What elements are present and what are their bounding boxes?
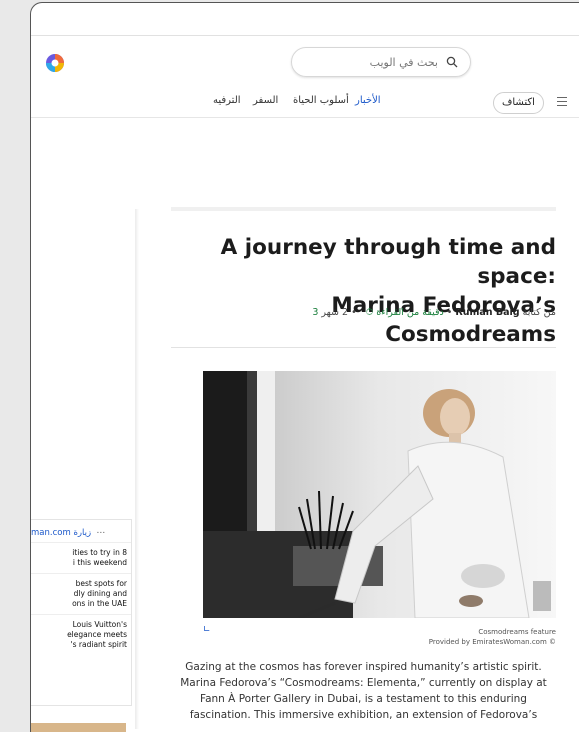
sidebar-story[interactable]: Louis Vuitton's elegance meets 's radian… — [31, 614, 131, 655]
author-name[interactable]: Ruman Baig — [455, 307, 519, 318]
divider — [171, 207, 556, 211]
sidebar-promo-card: man.com زيارة ⋯ ities to try in 8 i this… — [31, 519, 132, 706]
article-photo[interactable] — [203, 371, 556, 618]
header-search-row — [31, 41, 579, 85]
divider — [171, 347, 556, 348]
search-input[interactable] — [316, 54, 440, 70]
nav-discover[interactable]: اكتشاف — [493, 92, 544, 114]
more-icon[interactable]: ⋯ — [94, 528, 105, 538]
artist-painting-photo — [203, 371, 556, 618]
nav-travel[interactable]: السفر — [253, 95, 278, 106]
story-line: ons in the UAE — [72, 599, 127, 608]
sidebar-source-label: man.com زيارة — [31, 528, 92, 538]
caption-title: Cosmodreams feature — [478, 628, 556, 636]
title-line: A journey through time and space: — [220, 235, 556, 289]
nav-news[interactable]: الأخبار — [355, 95, 381, 106]
article-byline: 3 دقيقة من القراءة ⏱ • 2 شهر • Ruman Bai… — [312, 307, 556, 318]
search-box[interactable] — [291, 47, 471, 77]
sidebar-shadow — [135, 209, 139, 729]
sidebar-story[interactable]: ities to try in 8 i this weekend — [31, 542, 131, 573]
story-line: i this weekend — [72, 558, 127, 567]
photo-caption: Cosmodreams feature Provided by Emirates… — [429, 627, 556, 647]
copilot-logo-icon[interactable] — [45, 53, 65, 73]
story-line: Louis Vuitton's — [72, 620, 127, 629]
search-icon[interactable] — [446, 56, 458, 68]
article-body: Gazing at the cosmos has forever inspire… — [180, 661, 547, 721]
story-line: 's radiant spirit — [70, 640, 127, 649]
menu-icon[interactable] — [557, 97, 567, 109]
clock-icon: ⏱ — [365, 307, 374, 318]
browser-top-bar — [31, 3, 579, 36]
nav-lifestyle[interactable]: أسلوب الحياة — [293, 95, 349, 106]
category-nav: الترفيه السفر أسلوب الحياة الأخبار اكتشا… — [31, 89, 579, 118]
story-line: best spots for — [75, 579, 127, 588]
expand-corner-icon[interactable]: ∟ — [203, 625, 211, 635]
nav-entertainment[interactable]: الترفيه — [213, 95, 241, 106]
caption-provider: Provided by EmiratesWoman.com © — [428, 638, 556, 646]
byline-prefix: من كتابة — [522, 307, 556, 318]
title-line: Marina Fedorova’s Cosmodreams — [331, 293, 556, 347]
article-title: A journey through time and space: Marina… — [171, 233, 556, 349]
story-line: elegance meets — [67, 630, 127, 639]
sidebar-source-link[interactable]: man.com زيارة ⋯ — [31, 520, 131, 542]
story-line: dly dining and — [73, 589, 127, 598]
story-line: ities to try in 8 — [72, 548, 127, 557]
browser-window: الترفيه السفر أسلوب الحياة الأخبار اكتشا… — [30, 2, 579, 732]
sidebar-story[interactable]: best spots for dly dining and ons in the… — [31, 573, 131, 614]
